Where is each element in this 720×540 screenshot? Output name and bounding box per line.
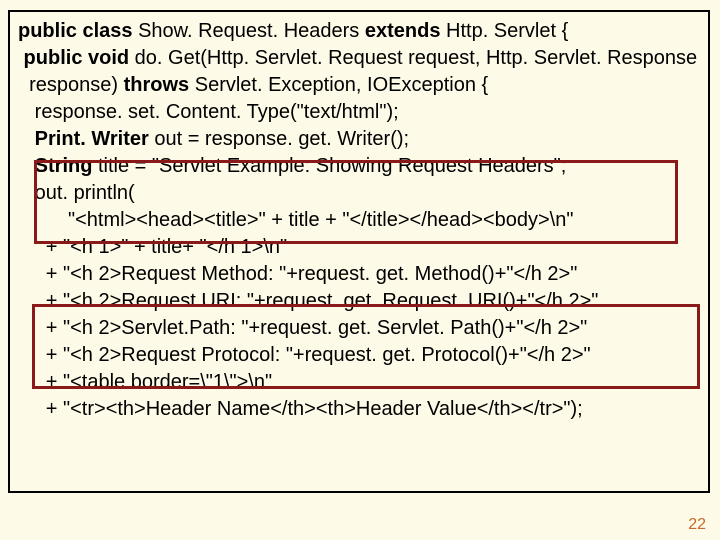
code-line-8: out. println( [18, 180, 700, 207]
code-line-5: response. set. Content. Type("text/html"… [18, 99, 700, 126]
code-line-10: + "<h 1>" + title+ "</h 1>\n" [18, 234, 700, 261]
code-line-3: response) throws Servlet. Exception, IOE… [18, 72, 700, 99]
text-method-sig-1: do. Get(Http. Servlet. Request request, … [135, 47, 698, 69]
text-superclass: Http. Servlet { [446, 20, 568, 42]
text-classname: Show. Request. Headers [138, 20, 365, 42]
kw-throws: throws [124, 74, 195, 96]
text-method-sig-2: response) [18, 74, 124, 96]
kw-public-class: public class [18, 20, 138, 42]
code-line-14: + "<h 2>Request Protocol: "+request. get… [18, 342, 700, 369]
code-line-6: Print. Writer out = response. get. Write… [18, 126, 700, 153]
code-line-11: + "<h 2>Request Method: "+request. get. … [18, 261, 700, 288]
kw-public-void: public void [18, 47, 135, 69]
code-line-7: String title = "Servlet Example: Showing… [18, 153, 700, 180]
code-line-9: "<html><head><title>" + title + "</title… [18, 207, 700, 234]
kw-string: String [18, 155, 98, 177]
code-container: public class Show. Request. Headers exte… [8, 10, 710, 493]
kw-printwriter: Print. Writer [18, 128, 154, 150]
text-exceptions: Servlet. Exception, IOException { [195, 74, 489, 96]
code-line-16: + "<tr><th>Header Name</th><th>Header Va… [18, 396, 700, 423]
code-line-2: public void do. Get(Http. Servlet. Reque… [18, 45, 700, 72]
code-line-15: + "<table border=\"1\">\n" [18, 369, 700, 396]
code-line-12: + "<h 2>Request URI: "+request. get. Req… [18, 288, 700, 315]
text-out-decl: out = response. get. Writer(); [154, 128, 409, 150]
kw-extends: extends [365, 20, 446, 42]
code-line-1: public class Show. Request. Headers exte… [18, 18, 700, 45]
page-number: 22 [688, 516, 706, 534]
code-line-13: + "<h 2>Servlet.Path: "+request. get. Se… [18, 315, 700, 342]
text-title-decl: title = "Servlet Example: Showing Reques… [98, 155, 566, 177]
